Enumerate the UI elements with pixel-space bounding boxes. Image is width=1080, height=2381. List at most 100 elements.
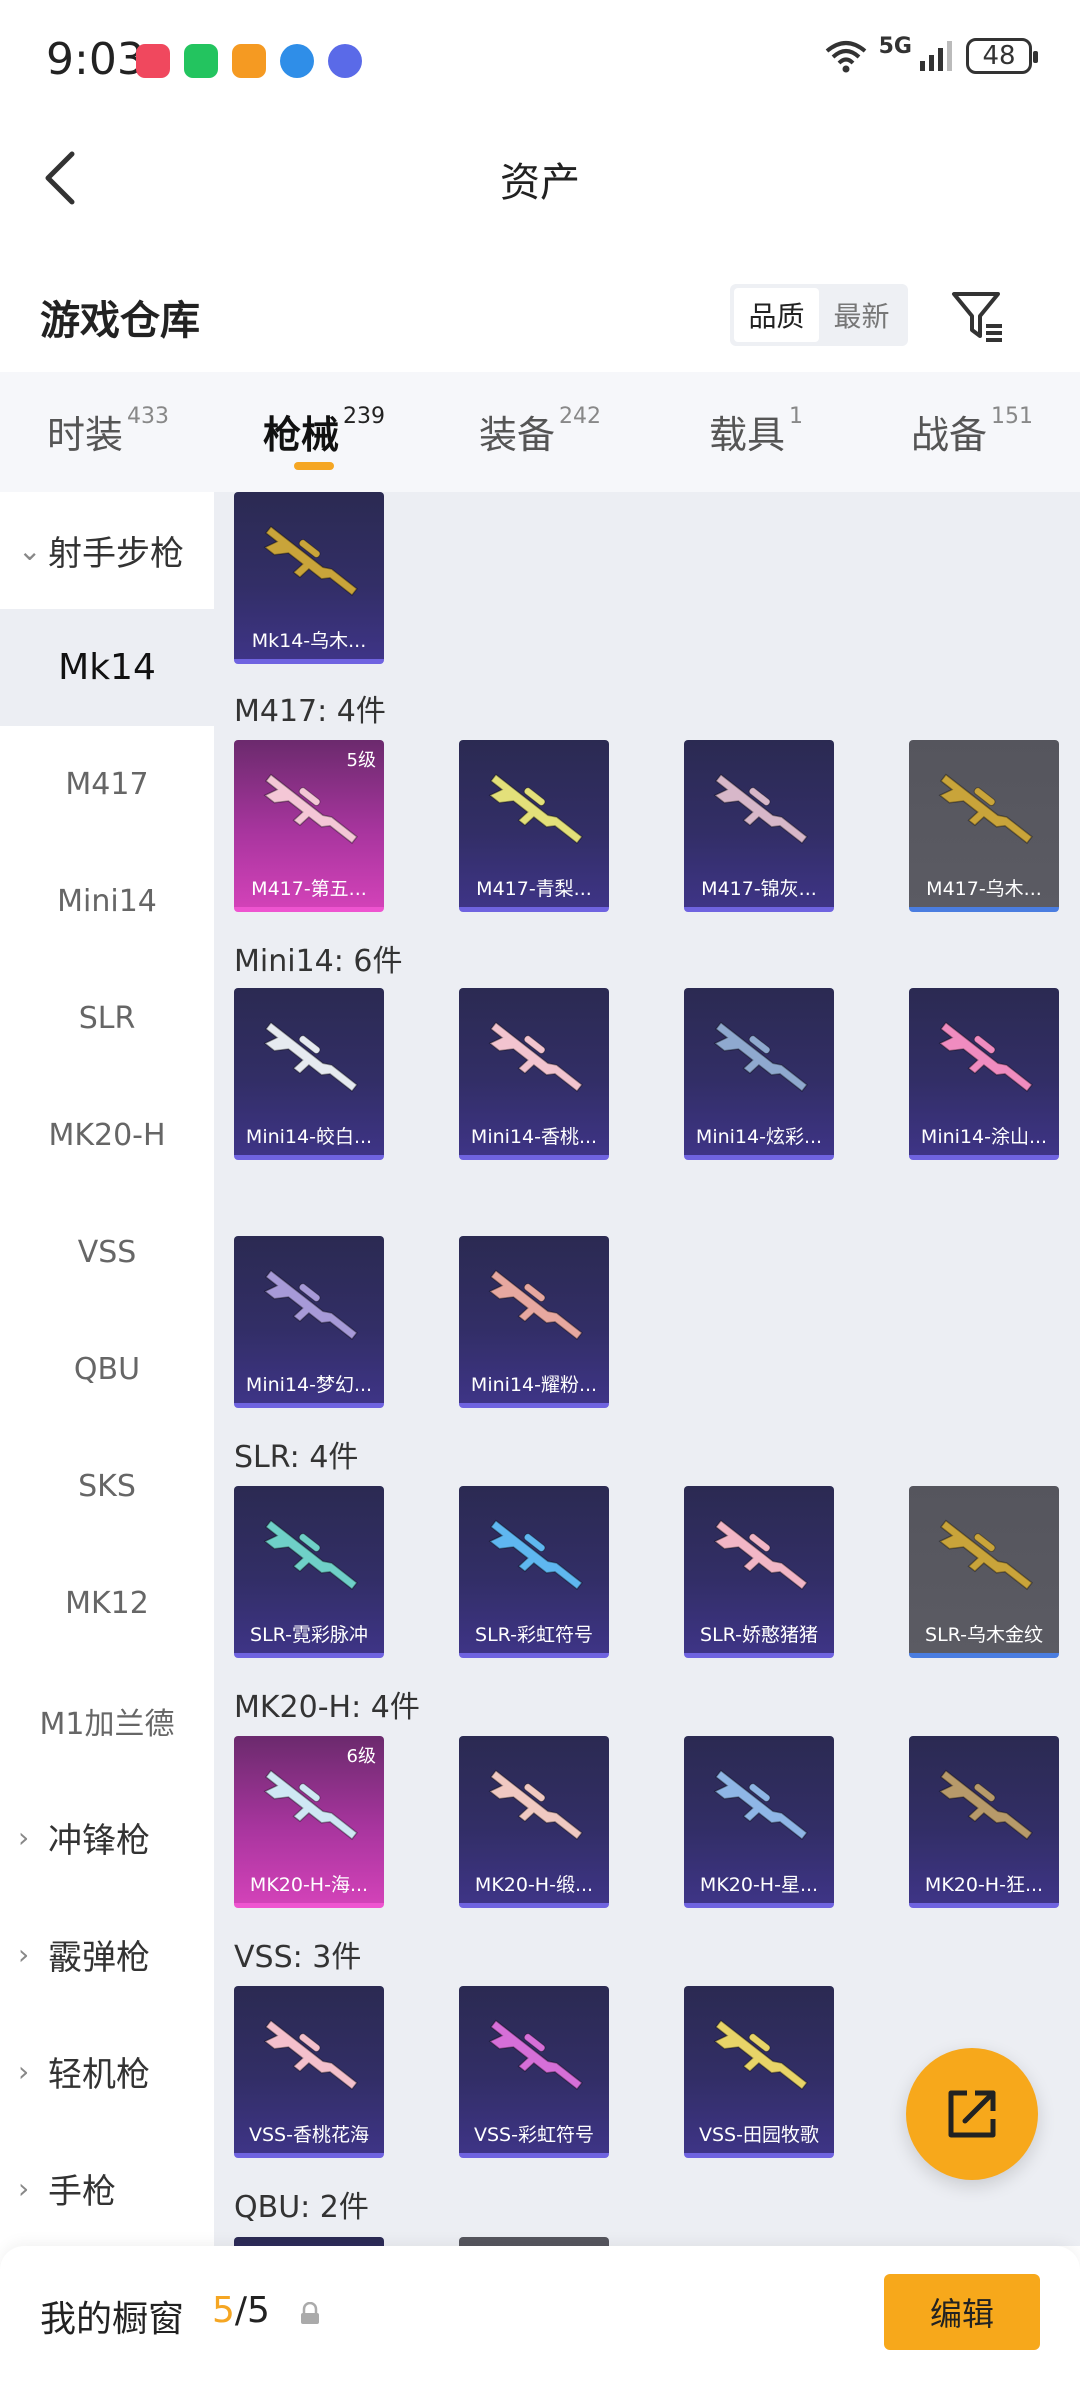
rifle-icon: [263, 525, 358, 597]
sidebar-item-label: 轻机枪: [48, 2055, 150, 2095]
browser-icon: [280, 44, 314, 78]
tab-equipment[interactable]: 装备 242: [432, 372, 648, 492]
skin-card[interactable]: MK20-H-狂...: [909, 1736, 1059, 1908]
skin-card[interactable]: Mini14-涂山...: [909, 988, 1059, 1160]
skin-card[interactable]: Mini14-炫彩...: [684, 988, 834, 1160]
sidebar-item-label: 冲锋枪: [48, 1821, 150, 1861]
rifle-icon: [938, 773, 1033, 845]
skin-card[interactable]: SLR-乌木金纹: [909, 1486, 1059, 1658]
chevron-right-icon: ›: [18, 2055, 30, 2088]
sidebar-item-vss[interactable]: VSS: [0, 1194, 214, 1311]
section-title: 游戏仓库: [40, 298, 200, 344]
tab-label: 时装: [46, 413, 123, 457]
skin-card[interactable]: MK20-H-缎...: [459, 1736, 609, 1908]
showcase-bar: 我的橱窗 5/5 编辑: [0, 2246, 1080, 2381]
edit-button[interactable]: 编辑: [884, 2274, 1040, 2350]
skin-card[interactable]: Mini14-香桃...: [459, 988, 609, 1160]
weapon-sidebar: ⌄ 射手步枪 Mk14 M417 Mini14 SLR MK20-H VSS Q…: [0, 492, 214, 2246]
chevron-right-icon: ›: [18, 1821, 30, 1854]
sidebar-item-mk20h[interactable]: MK20-H: [0, 1077, 214, 1194]
skin-name: MK20-H-海...: [249, 1874, 369, 1896]
rifle-icon: [938, 1021, 1033, 1093]
warehouse-header: 游戏仓库 品质 最新: [0, 262, 1080, 372]
tab-supplies[interactable]: 战备 151: [864, 372, 1080, 492]
tab-guns[interactable]: 枪械 239: [216, 372, 432, 492]
skin-card[interactable]: Mini14-皎白...: [234, 988, 384, 1160]
skin-card[interactable]: 5级 M417-第五...: [234, 740, 384, 912]
sort-by-quality[interactable]: 品质: [734, 288, 819, 342]
skin-name: Mini14-耀粉...: [470, 1374, 598, 1396]
group-label-mini14: Mini14: 6件: [234, 944, 403, 979]
rifle-icon: [263, 1269, 358, 1341]
skin-name: M417-第五...: [251, 878, 367, 900]
skin-card[interactable]: M417-乌木...: [909, 740, 1059, 912]
skin-name: MK20-H-缎...: [474, 1874, 594, 1896]
battery-indicator: 48: [966, 38, 1038, 74]
sidebar-item-label: 霰弹枪: [48, 1938, 150, 1978]
wechat-icon: [184, 44, 218, 78]
sidebar-item-qbu[interactable]: QBU: [0, 1311, 214, 1428]
chevron-right-icon: ›: [18, 1938, 30, 1971]
skin-name: VSS-香桃花海: [249, 2124, 369, 2146]
skin-card[interactable]: Mini14-耀粉...: [459, 1236, 609, 1408]
skin-card[interactable]: VSS-彩虹符号: [459, 1986, 609, 2158]
sidebar-item-slr[interactable]: SLR: [0, 960, 214, 1077]
skin-name: MK20-H-星...: [699, 1874, 819, 1896]
sidebar-item-sks[interactable]: SKS: [0, 1428, 214, 1545]
rifle-icon: [488, 1769, 583, 1841]
sidebar-group-shotgun[interactable]: › 霰弹枪: [0, 1896, 214, 2013]
rifle-icon: [488, 1519, 583, 1591]
tab-label: 载具: [708, 413, 785, 457]
skin-name: M417-锦灰...: [701, 878, 817, 900]
sort-toggle: 品质 最新: [730, 284, 908, 346]
filter-button[interactable]: [948, 286, 1008, 346]
status-indicators: 5G 48: [825, 34, 1038, 74]
skin-card[interactable]: SLR-霓彩脉冲: [234, 1486, 384, 1658]
skin-name: SLR-娇憨猪猪: [700, 1624, 818, 1646]
skin-card[interactable]: M417-锦灰...: [684, 740, 834, 912]
skin-card[interactable]: VSS-香桃花海: [234, 1986, 384, 2158]
skin-card[interactable]: M417-青梨...: [459, 740, 609, 912]
sort-by-newest[interactable]: 最新: [819, 288, 904, 342]
skin-card-partial[interactable]: [234, 2237, 384, 2246]
sidebar-group-marksman-rifles[interactable]: ⌄ 射手步枪: [0, 492, 214, 609]
skin-name: Mini14-梦幻...: [245, 1374, 373, 1396]
skin-card[interactable]: 6级 MK20-H-海...: [234, 1736, 384, 1908]
tab-label: 枪械: [262, 413, 339, 457]
sidebar-item-m1-garand[interactable]: M1加兰德: [0, 1662, 214, 1779]
sidebar-item-mk14[interactable]: Mk14: [0, 609, 214, 726]
skin-card[interactable]: MK20-H-星...: [684, 1736, 834, 1908]
chevron-right-icon: ›: [18, 2172, 30, 2205]
sidebar-item-mk12[interactable]: MK12: [0, 1545, 214, 1662]
sidebar-group-pistol[interactable]: › 手枪: [0, 2130, 214, 2246]
title-bar: 资产: [0, 124, 1080, 232]
tab-outfits[interactable]: 时装 433: [0, 372, 216, 492]
sidebar-group-smg[interactable]: › 冲锋枪: [0, 1779, 214, 1896]
sidebar-item-m417[interactable]: M417: [0, 726, 214, 843]
tab-vehicles[interactable]: 载具 1: [648, 372, 864, 492]
skin-card[interactable]: Mk14-乌木...: [234, 492, 384, 664]
sidebar-item-label: 手枪: [48, 2172, 116, 2212]
skin-name: Mini14-炫彩...: [695, 1126, 823, 1148]
showcase-total: /5: [234, 2290, 270, 2331]
tab-count: 239: [343, 404, 385, 429]
skin-name: VSS-田园牧歌: [699, 2124, 819, 2146]
wifi-icon: [825, 41, 866, 73]
status-bar: 9:03 5G 48: [0, 0, 1080, 124]
notification-icons: [136, 44, 362, 78]
skin-card[interactable]: SLR-彩虹符号: [459, 1486, 609, 1658]
showcase-count: 5/5: [212, 2290, 270, 2331]
group-label-slr: SLR: 4件: [234, 1440, 359, 1475]
skin-name: VSS-彩虹符号: [474, 2124, 594, 2146]
skin-card[interactable]: VSS-田园牧歌: [684, 1986, 834, 2158]
sidebar-group-lmg[interactable]: › 轻机枪: [0, 2013, 214, 2130]
sidebar-item-mini14[interactable]: Mini14: [0, 843, 214, 960]
skin-card[interactable]: Mini14-梦幻...: [234, 1236, 384, 1408]
skin-card[interactable]: SLR-娇憨猪猪: [684, 1486, 834, 1658]
rifle-icon: [263, 1769, 358, 1841]
rifle-icon: [713, 1769, 808, 1841]
tab-count: 242: [559, 404, 601, 429]
share-button[interactable]: [906, 2048, 1038, 2180]
skin-card-partial[interactable]: [459, 2237, 609, 2246]
page-title: 资产: [500, 160, 580, 206]
